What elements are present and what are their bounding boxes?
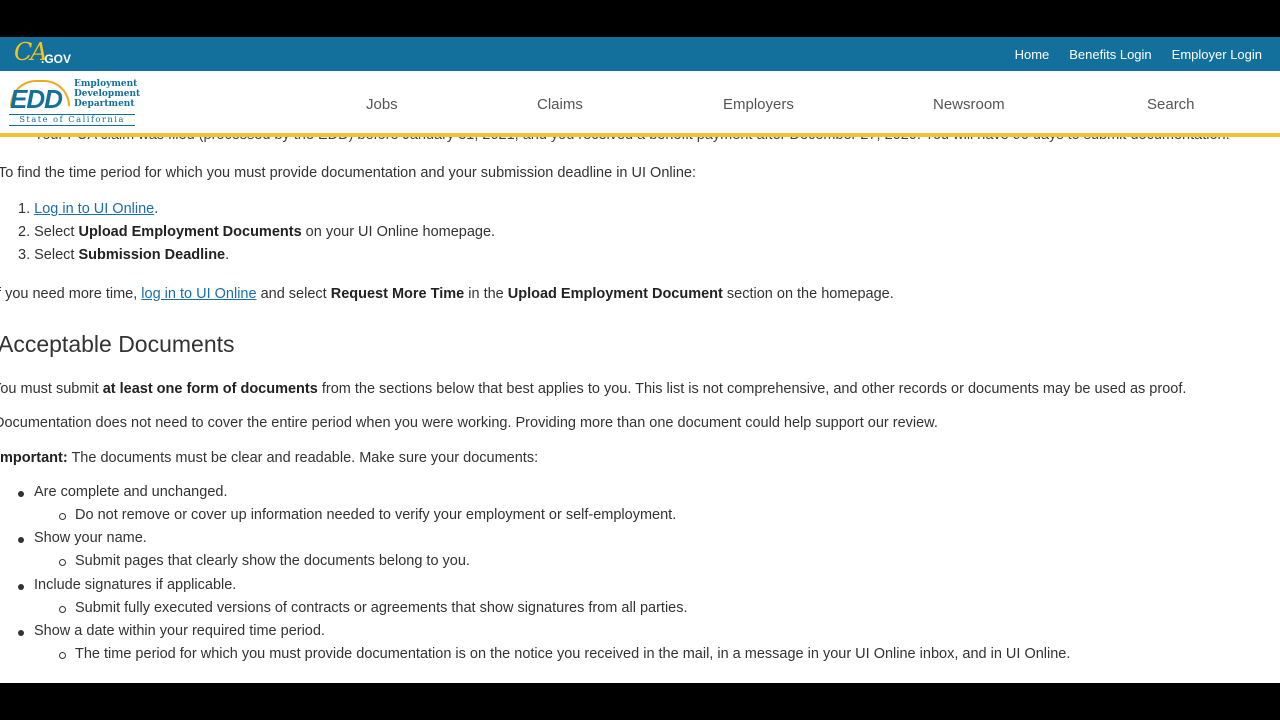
important-label: Important: xyxy=(0,450,68,466)
sub-list-item: Do not remove or cover up information ne… xyxy=(58,507,677,523)
step-3-bold: Submission Deadline xyxy=(78,247,226,263)
utility-links: Home Benefits Login Employer Login xyxy=(1015,37,1262,71)
step-1-number: 1. xyxy=(18,201,31,217)
step-1: 1. Log in to UI Online. xyxy=(18,201,158,217)
nav-jobs[interactable]: Jobs xyxy=(366,96,398,113)
intro-paragraph: To find the time period for which you mu… xyxy=(0,165,696,181)
step-2-post: on your UI Online homepage. xyxy=(301,224,496,240)
more-time-bold-1: Request More Time xyxy=(330,286,465,302)
more-time-pre: If you need more time, xyxy=(0,286,142,302)
ca-gov-logo[interactable]: CA .GOV xyxy=(14,38,74,70)
must-submit-bold: at least one form of documents xyxy=(102,381,318,397)
browser-viewport: CA .GOV Home Benefits Login Employer Log… xyxy=(0,37,1280,683)
list-item: Include signatures if applicable. xyxy=(17,577,237,593)
step-2-bold: Upload Employment Documents xyxy=(78,224,302,240)
must-submit-post: from the sections below that best applie… xyxy=(317,381,1187,397)
more-time-paragraph: If you need more time, log in to UI Onli… xyxy=(0,286,894,302)
step-1-end: . xyxy=(154,201,159,217)
step-1-login-link[interactable]: Log in to UI Online xyxy=(34,201,154,217)
nav-search[interactable]: Search xyxy=(1147,96,1195,113)
more-time-login-link[interactable]: log in to UI Online xyxy=(141,286,256,302)
sub-list-item: Submit pages that clearly show the docum… xyxy=(59,553,470,569)
more-time-bold-2: Upload Employment Document xyxy=(507,286,723,302)
acceptable-documents-heading: Acceptable Documents xyxy=(0,331,235,357)
must-submit-pre: You must submit xyxy=(0,381,103,397)
list-item: Show your name. xyxy=(18,530,147,546)
more-time-mid: and select xyxy=(256,286,331,302)
nav-claims[interactable]: Claims xyxy=(537,96,583,113)
list-item: Show a date within your required time pe… xyxy=(18,623,325,639)
step-3-post: . xyxy=(225,247,230,263)
benefits-login-link[interactable]: Benefits Login xyxy=(1069,47,1151,62)
main-nav: Jobs Claims Employers Newsroom Search xyxy=(0,71,1280,137)
step-2-number: 2. xyxy=(18,224,31,240)
step-3-pre: Select xyxy=(34,247,79,263)
sub-list-item: The time period for which you must provi… xyxy=(58,646,1071,662)
important-text: The documents must be clear and readable… xyxy=(67,450,539,466)
nav-newsroom[interactable]: Newsroom xyxy=(933,96,1005,113)
home-link[interactable]: Home xyxy=(1015,47,1050,62)
sub-list-item: Submit fully executed versions of contra… xyxy=(59,600,688,616)
step-3: 3. Select Submission Deadline. xyxy=(18,247,229,263)
step-2-pre: Select xyxy=(34,224,79,240)
list-item: Are complete and unchanged. xyxy=(17,484,228,500)
step-2: 2. Select Upload Employment Documents on… xyxy=(18,224,495,240)
more-time-mid-2: in the xyxy=(464,286,508,302)
ca-gov-logo-gov: .GOV xyxy=(41,52,72,66)
must-submit-paragraph: You must submit at least one form of doc… xyxy=(0,381,1186,397)
coverage-paragraph: Documentation does not need to cover the… xyxy=(0,415,938,431)
more-time-post: section on the homepage. xyxy=(722,286,894,302)
important-paragraph: Important: The documents must be clear a… xyxy=(0,450,538,466)
utility-bar: CA .GOV Home Benefits Login Employer Log… xyxy=(0,37,1280,71)
step-3-number: 3. xyxy=(18,247,31,263)
main-navigation-bar: EDD Employment Development Department St… xyxy=(0,71,1280,137)
employer-login-link[interactable]: Employer Login xyxy=(1172,47,1262,62)
nav-employers[interactable]: Employers xyxy=(723,96,794,113)
